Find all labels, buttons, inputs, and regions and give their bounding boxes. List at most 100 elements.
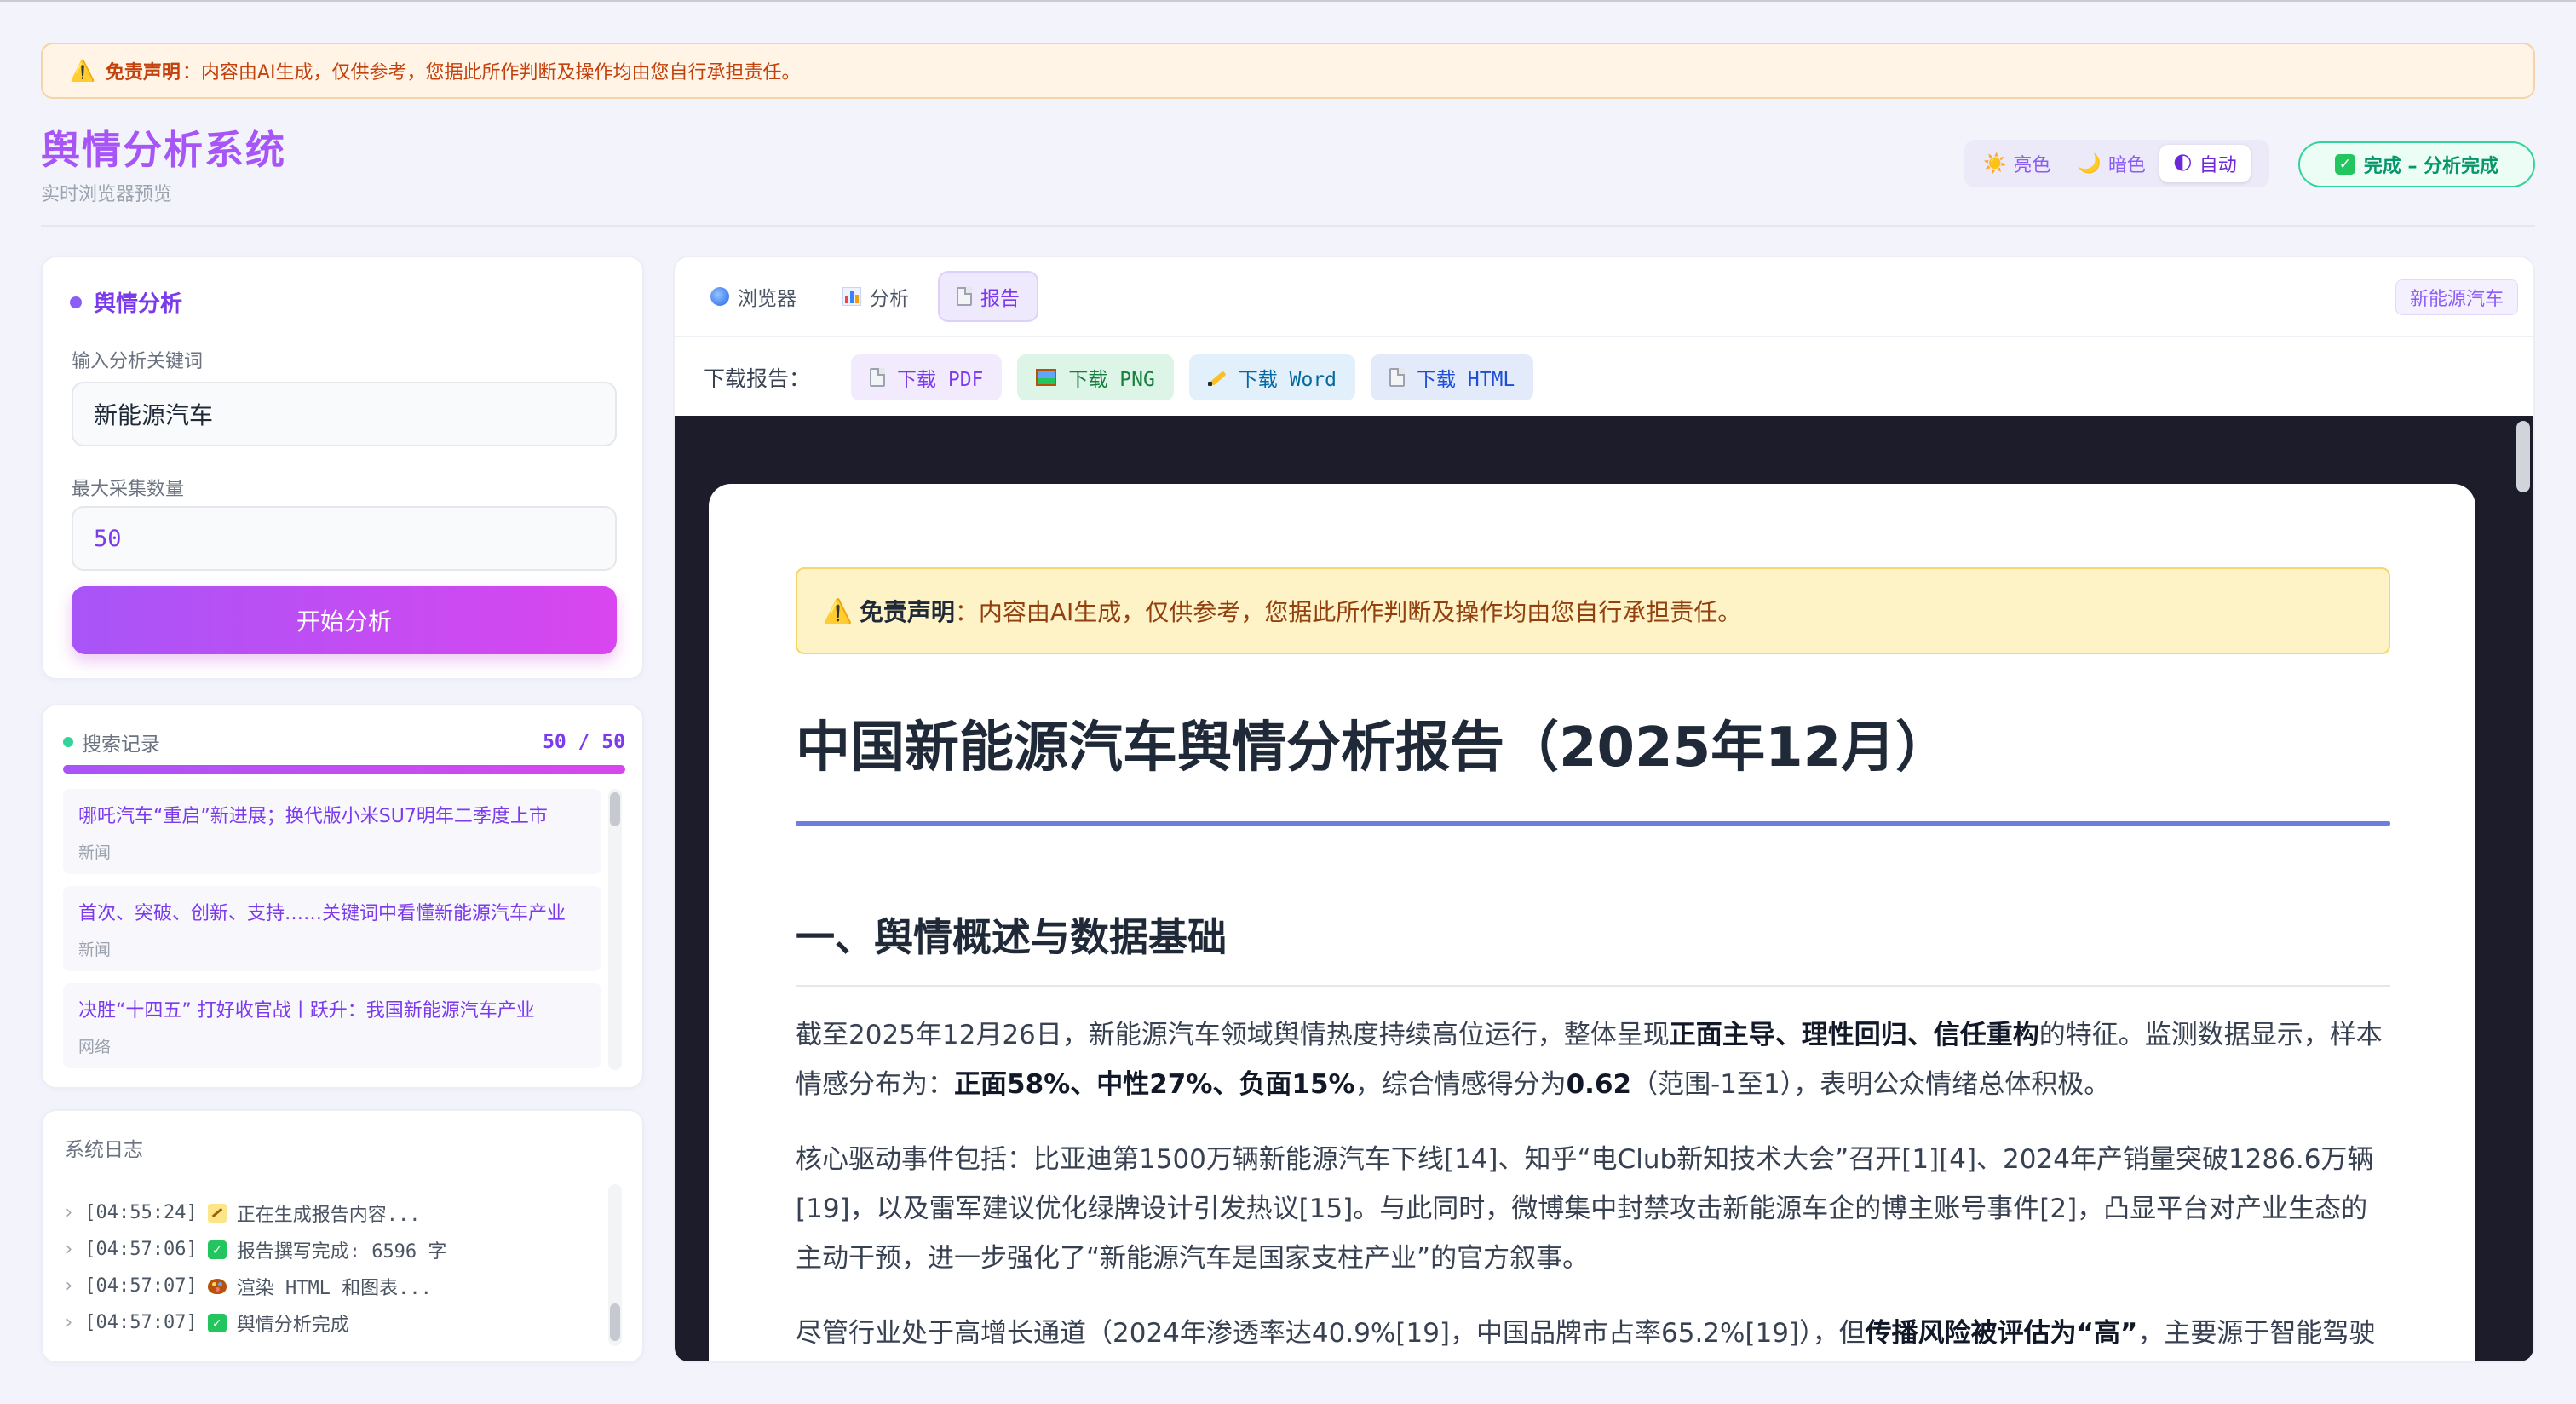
report-paragraph: 尽管行业处于高增长通道（2024年渗透率达40.9%[19]，中国品牌市占率65… <box>796 1309 2390 1358</box>
max-count-input[interactable]: 50 <box>72 506 617 571</box>
start-analysis-button[interactable]: 开始分析 <box>72 586 617 654</box>
log-time: [04:57:07] <box>84 1275 198 1297</box>
analysis-card: 舆情分析 输入分析关键词 新能源汽车 最大采集数量 50 开始分析 <box>41 256 644 680</box>
log-text: 舆情分析完成 <box>236 1314 349 1336</box>
report-title-divider <box>796 821 2390 826</box>
scrollbar-thumb[interactable] <box>610 792 620 826</box>
app-title: 舆情分析系统 <box>41 127 286 173</box>
report-paragraph: 核心驱动事件包括：比亚迪第1500万辆新能源汽车下线[14]、知乎“电Club新… <box>796 1144 2374 1274</box>
theme-auto-button[interactable]: 🌓 自动 <box>2159 145 2251 182</box>
main-panel: 浏览器 分析 报告 新能源汽车 下载报告： 下载 PDF 下载 PNG 下载 W… <box>673 256 2535 1363</box>
status-badge: ✓ 完成 – 分析完成 <box>2298 141 2535 187</box>
system-log-card: 系统日志 › [04:55:24] 正在生成报告内容... › [04:57:0… <box>41 1109 644 1363</box>
download-html-label: 下载 HTML <box>1417 369 1515 391</box>
theme-light-label: 亮色 <box>2013 155 2051 176</box>
search-records-card: 搜索记录 50 / 50 哪吒汽车“重启”新进展；换代版小米SU7明年二季度上市… <box>41 704 644 1089</box>
globe-icon <box>710 287 729 306</box>
warning-icon: ⚠️ <box>70 59 95 83</box>
text-emphasis: 0.62 <box>1566 1069 1632 1100</box>
disclaimer-banner: ⚠️ 免责声明 ：内容由AI生成，仅供参考，您据此所作判断及操作均由您自行承担责… <box>41 43 2535 99</box>
download-png-label: 下载 PNG <box>1068 369 1155 391</box>
search-item-type: 新闻 <box>78 843 112 862</box>
theme-light-button[interactable]: ☀️ 亮色 <box>1969 145 2064 182</box>
log-time: [04:57:06] <box>84 1239 198 1260</box>
sun-icon: ☀️ <box>1983 152 2007 175</box>
download-toolbar: 下载报告： 下载 PDF 下载 PNG 下载 Word 下载 HTML <box>704 353 1534 402</box>
log-row: › [04:57:07] ✓ 舆情分析完成 <box>63 1304 591 1341</box>
moon-icon: 🌙 <box>2078 152 2102 175</box>
list-item[interactable]: 哪吒汽车“重启”新进展；换代版小米SU7明年二季度上市 新闻 <box>63 789 601 874</box>
report-scrollbar[interactable] <box>2515 417 2532 1361</box>
log-time: [04:57:07] <box>84 1312 198 1333</box>
app-subtitle: 实时浏览器预览 <box>41 184 173 205</box>
search-item-title[interactable]: 哪吒汽车“重启”新进展；换代版小米SU7明年二季度上市 <box>78 801 586 828</box>
scrollbar-thumb[interactable] <box>610 1303 620 1341</box>
window-top-edge <box>0 0 2576 2</box>
list-item[interactable]: 决胜“十四五” 打好收官战丨跃升：我国新能源汽车产业 网络 <box>63 983 601 1068</box>
tab-analysis-label: 分析 <box>870 288 909 310</box>
system-log-heading: 系统日志 <box>65 1139 143 1161</box>
check-icon: ✓ <box>2334 154 2355 175</box>
report-disclaimer: ⚠️ 免责声明 ：内容由AI生成，仅供参考，您据此所作判断及操作均由您自行承担责… <box>796 567 2390 654</box>
disclaimer-label: 免责声明 <box>105 62 181 83</box>
max-count-label: 最大采集数量 <box>72 479 185 500</box>
report-paragraph: 截至2025年12月26日，新能源汽车领域舆情热度持续高位运行，整体呈现正面主导… <box>796 1010 2390 1109</box>
section-divider <box>796 985 2390 987</box>
document-icon <box>1389 368 1406 387</box>
download-word-label: 下载 Word <box>1238 369 1337 391</box>
download-label: 下载报告： <box>704 366 811 391</box>
theme-dark-label: 暗色 <box>2107 155 2146 176</box>
status-text: 完成 – 分析完成 <box>2363 156 2499 177</box>
status-dot-icon <box>63 737 73 747</box>
image-icon <box>1036 369 1057 386</box>
bullet-dot-icon <box>70 296 82 308</box>
document-icon <box>870 368 886 387</box>
tab-browser[interactable]: 浏览器 <box>693 271 814 322</box>
caret-icon: › <box>63 1312 75 1333</box>
download-pdf-button[interactable]: 下载 PDF <box>851 354 1003 400</box>
search-list-scrollbar[interactable] <box>608 789 622 1070</box>
theme-switcher: ☀️ 亮色 🌙 暗色 🌓 自动 <box>1964 140 2269 187</box>
download-word-button[interactable]: 下载 Word <box>1188 354 1356 400</box>
text-run: ，综合情感得分为 <box>1354 1069 1567 1100</box>
search-progress-fill <box>63 765 625 774</box>
list-item[interactable]: 首次、突破、创新、支持……关键词中看懂新能源汽车产业 新闻 <box>63 886 601 971</box>
header-divider <box>41 225 2535 227</box>
download-pdf-label: 下载 PDF <box>897 369 984 391</box>
log-row: › [04:57:07] 渲染 HTML 和图表... <box>63 1268 591 1304</box>
search-item-title[interactable]: 首次、突破、创新、支持……关键词中看懂新能源汽车产业 <box>78 898 586 925</box>
keyword-label: 输入分析关键词 <box>72 351 204 372</box>
log-text: 正在生成报告内容... <box>236 1204 421 1226</box>
tab-browser-label: 浏览器 <box>738 288 796 310</box>
log-text: 渲染 HTML 和图表... <box>236 1277 432 1299</box>
report-title: 中国新能源汽车舆情分析报告（2025年12月） <box>796 716 1951 780</box>
view-tabs: 浏览器 分析 报告 <box>693 271 1038 322</box>
tab-report[interactable]: 报告 <box>938 271 1038 322</box>
tab-analysis[interactable]: 分析 <box>825 271 926 322</box>
section-title: 一、舆情概述与数据基础 <box>796 914 1227 960</box>
theme-dark-button[interactable]: 🌙 暗色 <box>2064 145 2159 182</box>
search-item-type: 网络 <box>78 1038 112 1056</box>
check-icon: ✓ <box>207 1313 227 1332</box>
analysis-heading: 舆情分析 <box>70 286 182 318</box>
log-time: [04:55:24] <box>84 1202 198 1223</box>
pen-icon <box>1207 368 1227 387</box>
download-html-button[interactable]: 下载 HTML <box>1371 354 1534 400</box>
log-text: 报告撰写完成: 6596 字 <box>236 1240 447 1263</box>
keyword-input[interactable]: 新能源汽车 <box>72 382 617 446</box>
download-png-button[interactable]: 下载 PNG <box>1017 354 1174 400</box>
analysis-heading-text: 舆情分析 <box>94 291 183 317</box>
text-run: （范围-1至1），表明公众情绪总体积极。 <box>1631 1069 2111 1100</box>
search-count: 50 / 50 <box>543 731 625 753</box>
half-moon-icon: 🌓 <box>2172 152 2193 175</box>
scrollbar-thumb[interactable] <box>2516 421 2530 492</box>
report-viewer: ⚠️ 免责声明 ：内容由AI生成，仅供参考，您据此所作判断及操作均由您自行承担责… <box>675 416 2533 1361</box>
log-row: › [04:57:06] ✓ 报告撰写完成: 6596 字 <box>63 1231 591 1268</box>
text-run: 尽管行业处于高增长通道（2024年渗透率达40.9%[19]，中国品牌市占率65… <box>796 1318 1866 1349</box>
log-row: › [04:55:24] 正在生成报告内容... <box>63 1194 591 1231</box>
search-item-title[interactable]: 决胜“十四五” 打好收官战丨跃升：我国新能源汽车产业 <box>78 995 586 1022</box>
check-icon: ✓ <box>207 1240 227 1259</box>
log-scrollbar[interactable] <box>608 1184 622 1346</box>
topic-badge: 新能源汽车 <box>2395 279 2518 315</box>
text-emphasis: 正面58%、中性27%、负面15% <box>954 1069 1355 1100</box>
